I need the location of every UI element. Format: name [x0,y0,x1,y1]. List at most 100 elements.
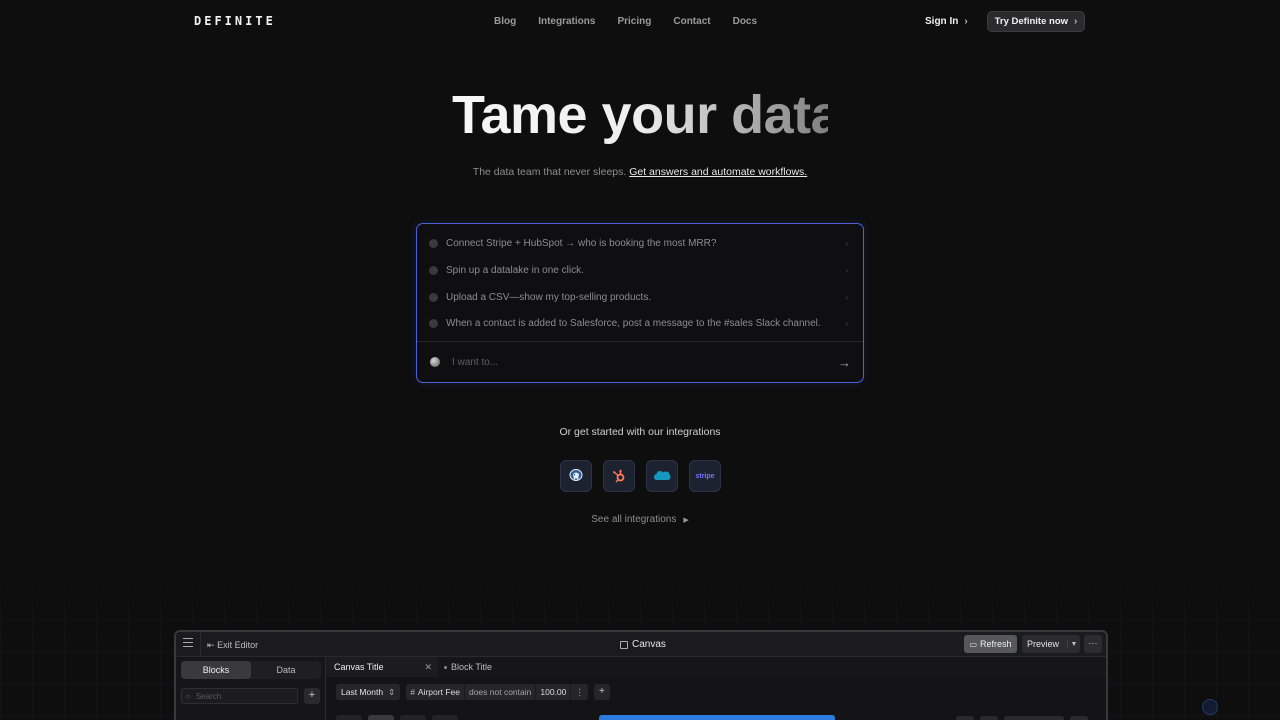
nav-link-blog[interactable]: Blog [494,16,516,27]
chevron-right-icon: › [845,318,848,328]
field-filter-label: Airport Fee [417,687,460,697]
toolbar-item[interactable] [1004,716,1064,720]
integration-dot-icon [429,292,438,302]
postgres-icon[interactable] [560,460,592,492]
field-filter[interactable]: # Airport Fee does not contain 100.00 ⋮ [406,684,588,700]
block-toolbar [336,715,458,720]
tab-label: Block Title [451,662,493,672]
hero-title: Tame your data [452,84,841,148]
chevron-down-icon[interactable]: ▼ [1067,640,1080,648]
suggestion-text: Connect Stripe + HubSpot → who is bookin… [446,237,717,249]
menu-icon[interactable] [183,638,193,648]
exit-editor-button[interactable]: ⇤ Exit Editor [207,640,258,651]
suggestion-text: Spin up a datalake in one click. [446,264,584,276]
selected-block-bar[interactable] [599,715,835,720]
integration-icons: stripe [560,460,721,492]
stripe-logo-text: stripe [695,472,715,480]
exit-editor-label: Exit Editor [217,640,259,650]
top-nav: DEFINITE Blog Integrations Pricing Conta… [0,0,1280,44]
hash-icon: # [410,687,415,697]
search-placeholder: Search [195,691,222,701]
prompt-input[interactable] [452,356,838,368]
see-all-label: See all integrations [591,514,677,525]
canvas-icon [620,640,628,649]
filter-operator[interactable]: does not contain [465,684,537,700]
nav-link-contact[interactable]: Contact [673,16,710,27]
sign-in-link[interactable]: Sign In › [925,16,968,27]
app-topbar: ⇤ Exit Editor Canvas ▭ Refresh Preview ▼… [176,632,1106,657]
suggestion-text: Upload a CSV—show my top-selling product… [446,291,652,303]
toolbar-item[interactable] [432,715,458,720]
canvas-label: Canvas [632,639,666,650]
add-filter-button[interactable]: + [593,684,610,700]
date-filter[interactable]: Last Month ⇕ [336,684,401,700]
toolbar-item[interactable] [368,715,394,720]
caret-right-icon: ▶ [683,517,689,524]
filter-value[interactable]: 100.00 [536,684,572,700]
suggestion-item[interactable]: When a contact is added to Salesforce, p… [417,311,863,335]
refresh-label: Refresh [980,639,1012,649]
refresh-button[interactable]: ▭ Refresh [964,635,1017,653]
date-filter-label: Last Month [341,687,384,697]
logo[interactable]: DEFINITE [194,14,276,28]
toolbar-item[interactable] [1070,716,1088,720]
suggestion-text: When a contact is added to Salesforce, p… [446,317,821,329]
tab-canvas-title[interactable]: Canvas Title ✕ [326,657,438,677]
see-all-integrations-link[interactable]: See all integrations ▶ [0,514,1280,525]
canvas-title: Canvas [620,639,666,650]
integration-dot-icon [429,318,438,328]
toolbar-item[interactable] [336,715,362,720]
toolbar-item[interactable] [400,715,426,720]
try-definite-button[interactable]: Try Definite now › [987,11,1085,32]
chevron-right-icon: › [845,292,848,302]
dot-icon [444,665,447,669]
chevron-right-icon: › [1074,16,1078,27]
stripe-icon[interactable]: stripe [689,460,721,492]
chevron-right-icon: › [845,265,848,275]
hero-title-text: Tame your data [452,85,841,145]
prompt-input-row: → [417,350,863,374]
prompt-divider [417,341,863,342]
try-definite-label: Try Definite now [994,16,1069,27]
nav-links: Blog Integrations Pricing Contact Docs [494,16,757,27]
refresh-icon: ▭ [969,639,978,649]
add-block-button[interactable]: + [304,688,320,704]
prompt-box: Connect Stripe + HubSpot → who is bookin… [416,223,864,383]
nav-link-pricing[interactable]: Pricing [617,16,651,27]
suggestion-item[interactable]: Upload a CSV—show my top-selling product… [417,285,863,309]
hero-subtitle: The data team that never sleeps. Get ans… [0,166,1280,178]
salesforce-icon[interactable] [646,460,678,492]
tab-blocks[interactable]: Blocks [181,661,251,679]
hero-subtitle-link[interactable]: Get answers and automate workflows. [629,166,807,178]
tab-data[interactable]: Data [251,661,321,679]
right-toolbar [956,716,1088,720]
kebab-icon[interactable]: ⋮ [571,684,588,700]
toolbar-item[interactable] [956,716,974,720]
nav-link-integrations[interactable]: Integrations [538,16,595,27]
integration-dot-icon [429,238,438,248]
nav-link-docs[interactable]: Docs [733,16,757,27]
suggestion-item[interactable]: Connect Stripe + HubSpot → who is bookin… [417,231,863,255]
hubspot-icon[interactable] [603,460,635,492]
field-filter-name: # Airport Fee [406,684,465,700]
sign-in-label: Sign In [925,16,959,27]
sidebar-search-input[interactable]: ○ Search [181,688,298,704]
preview-label: Preview [1027,639,1060,649]
suggestion-item[interactable]: Spin up a datalake in one click. › [417,258,863,282]
more-options-button[interactable]: ··· [1084,635,1102,653]
arrow-right-icon[interactable]: → [838,355,851,370]
chevron-right-icon: › [964,16,968,27]
close-icon[interactable]: ✕ [424,662,432,673]
hero-subtitle-text: The data team that never sleeps. [472,166,627,178]
help-badge-icon[interactable] [1202,699,1218,715]
toolbar-item[interactable] [980,716,998,720]
app-sidebar: Blocks Data ○ Search + [176,657,326,720]
divider [200,632,201,657]
tab-block-title[interactable]: Block Title [444,657,492,677]
integration-dot-icon [429,265,438,275]
preview-button[interactable]: Preview ▼ [1022,635,1080,653]
integrations-title: Or get started with our integrations [559,426,721,438]
chevron-right-icon: › [845,238,848,248]
app-preview: ⇤ Exit Editor Canvas ▭ Refresh Preview ▼… [174,630,1108,720]
exit-icon: ⇤ [207,640,215,650]
